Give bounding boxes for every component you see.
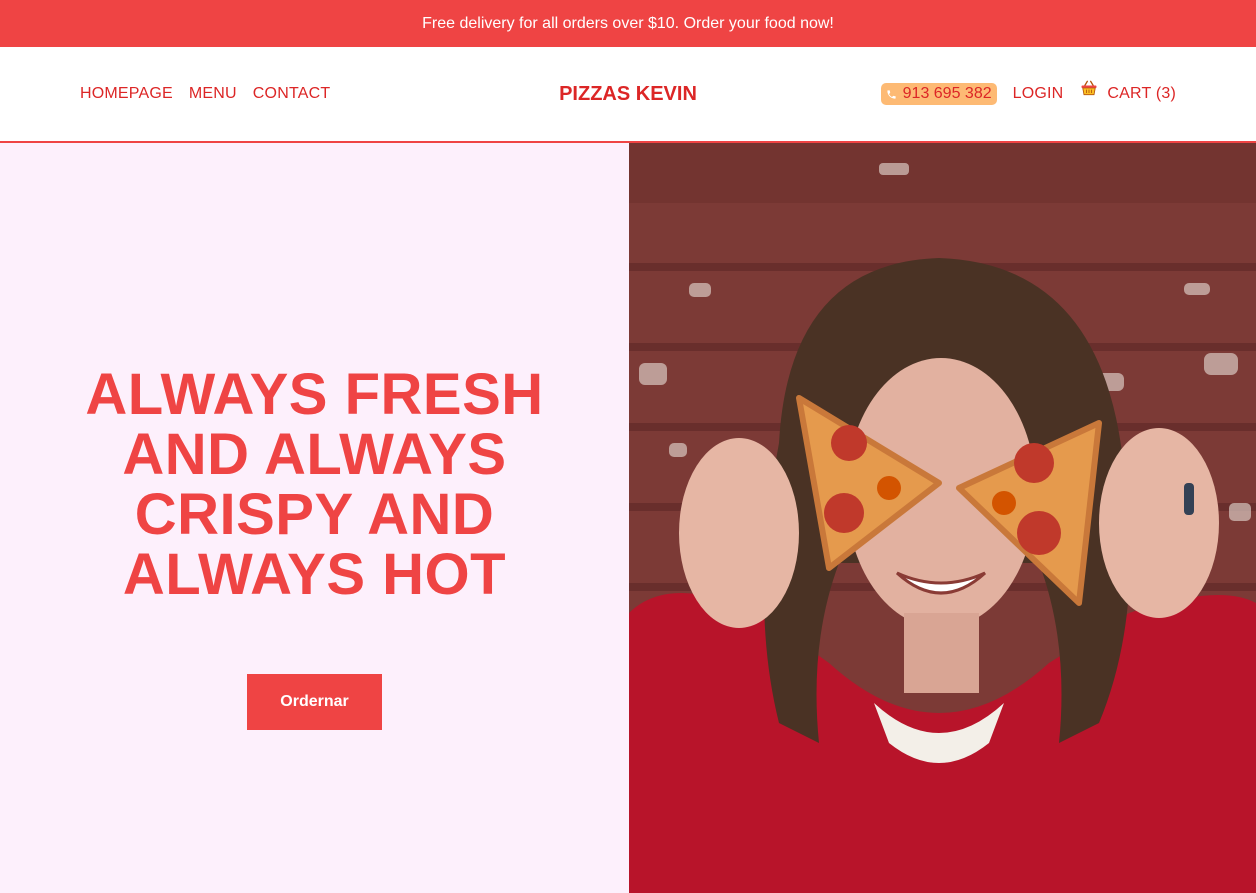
promo-text: Free delivery for all orders over $10. O… xyxy=(422,14,834,32)
primary-nav: HOMEPAGE MENU CONTACT xyxy=(80,47,330,141)
order-button[interactable]: Ordernar xyxy=(247,674,382,730)
promo-banner: Free delivery for all orders over $10. O… xyxy=(0,0,1256,47)
phone-icon xyxy=(887,89,896,99)
phone-badge[interactable]: 913 695 382 xyxy=(880,83,997,105)
nav-link-homepage[interactable]: HOMEPAGE xyxy=(80,85,173,103)
hero-image xyxy=(629,143,1256,893)
basket-icon xyxy=(1081,80,1097,96)
hero-text-panel: ALWAYS FRESH AND ALWAYS CRISPY AND ALWAY… xyxy=(0,143,629,893)
hero-title-line: ALWAYS FRESH xyxy=(85,362,544,427)
hero-title: ALWAYS FRESH AND ALWAYS CRISPY AND ALWAY… xyxy=(0,365,629,605)
hero-title-line: AND ALWAYS xyxy=(122,422,507,487)
navbar: HOMEPAGE MENU CONTACT PIZZAS KEVIN 913 6… xyxy=(0,47,1256,143)
hero-title-line: ALWAYS HOT xyxy=(122,542,507,607)
cart-label: CART (3) xyxy=(1107,85,1176,102)
nav-link-menu[interactable]: MENU xyxy=(189,85,237,103)
login-link[interactable]: LOGIN xyxy=(1013,85,1064,103)
nav-link-contact[interactable]: CONTACT xyxy=(253,85,331,103)
cart-link[interactable]: CART (3) xyxy=(1079,80,1176,104)
phone-number: 913 695 382 xyxy=(902,85,992,102)
brand-logo-text[interactable]: PIZZAS KEVIN xyxy=(559,83,697,106)
secondary-nav: 913 695 382 LOGIN CART (3) xyxy=(880,47,1176,141)
hero-photo-illustration xyxy=(629,143,1256,893)
hero-title-line: CRISPY AND xyxy=(134,482,495,547)
